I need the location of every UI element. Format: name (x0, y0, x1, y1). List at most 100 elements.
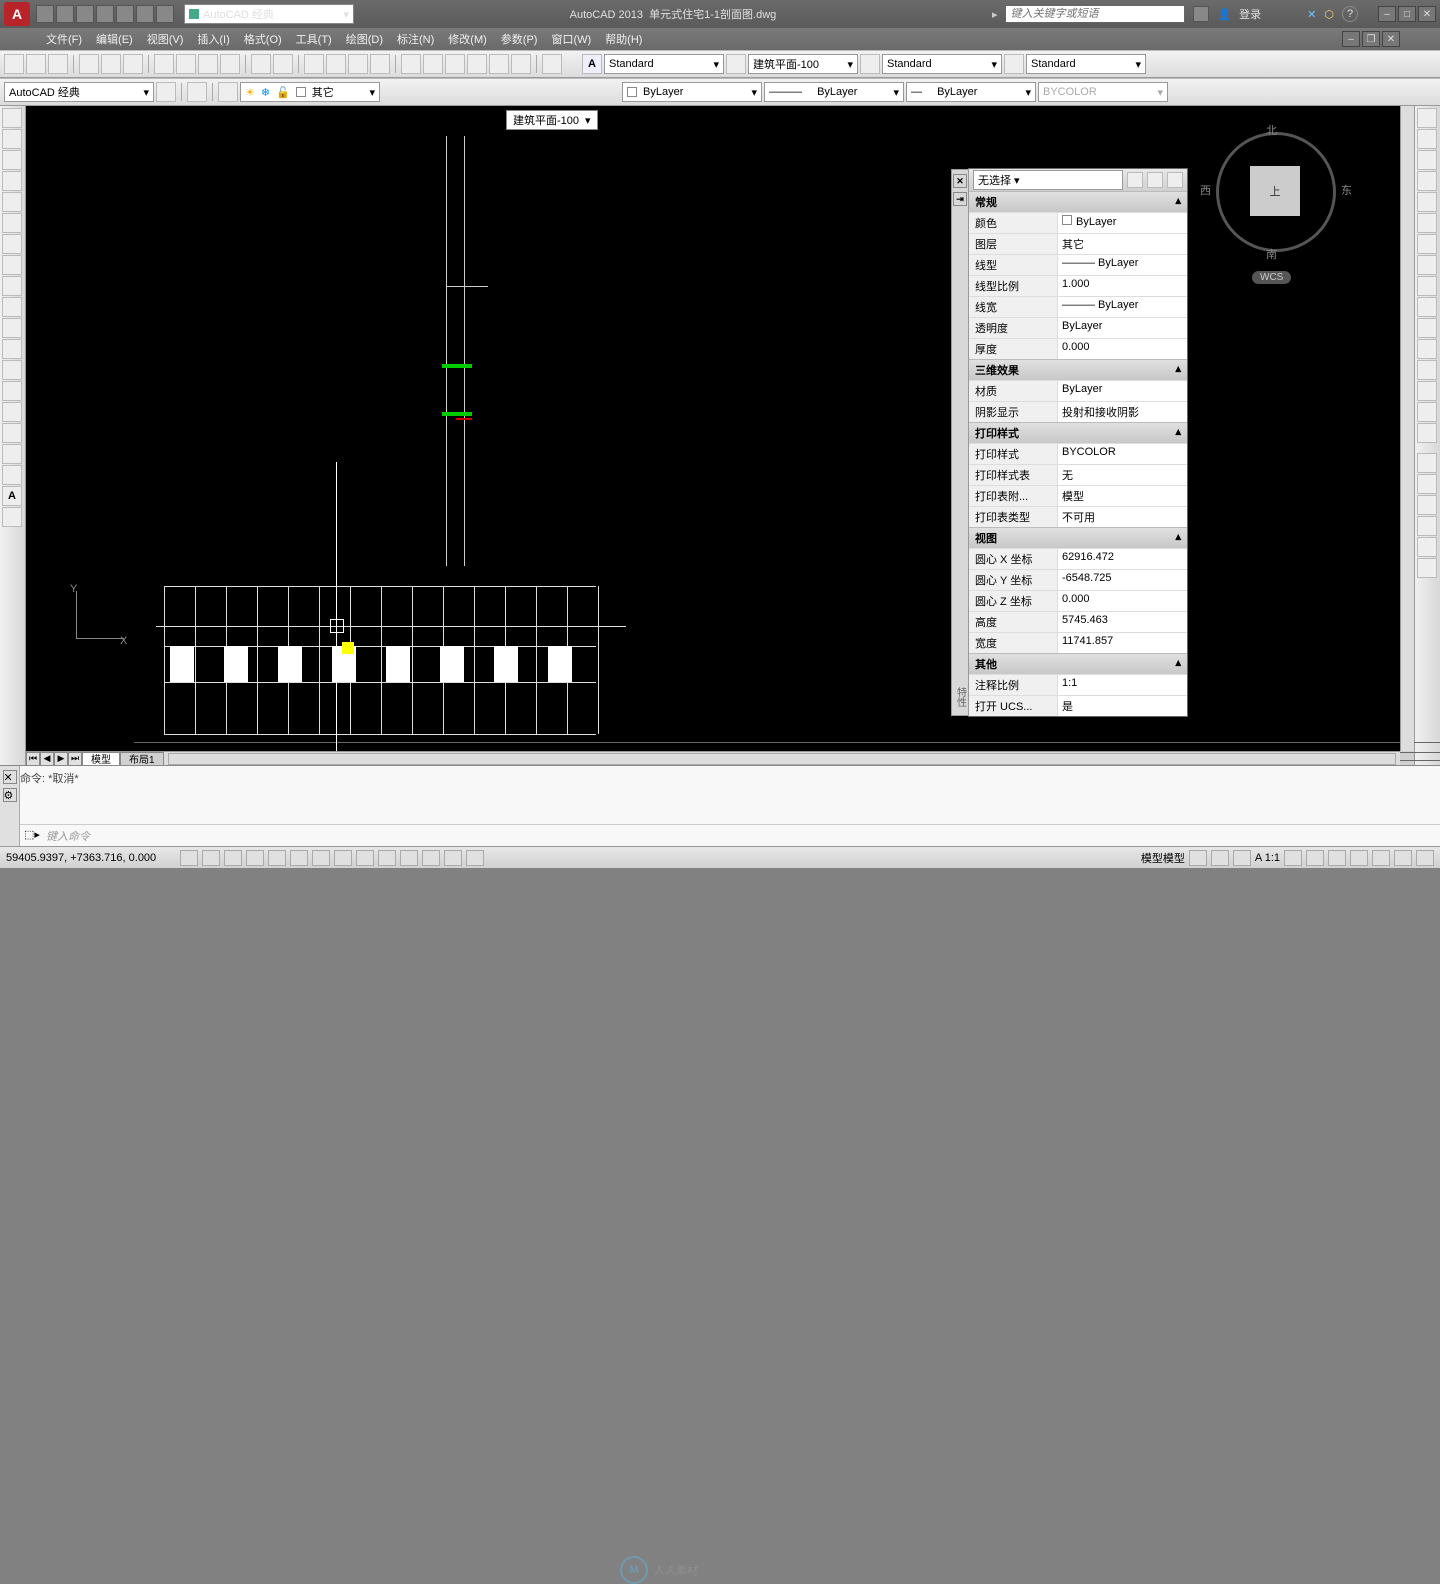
revcloud-button[interactable] (2, 255, 22, 275)
redo-button[interactable] (273, 54, 293, 74)
cat-plot[interactable]: 打印样式▴ (969, 422, 1187, 443)
cleanscreen-icon[interactable] (1416, 850, 1434, 866)
property-row[interactable]: 圆心 Y 坐标-6548.725 (969, 569, 1187, 590)
annoscale-icon[interactable] (1233, 850, 1251, 866)
drawing-canvas[interactable]: Y X 上 北 南 东 西 WCS (26, 106, 1400, 751)
copy-button[interactable] (1417, 129, 1437, 149)
paste-button[interactable] (198, 54, 218, 74)
property-row[interactable]: 透明度ByLayer (969, 317, 1187, 338)
menu-format[interactable]: 格式(O) (238, 29, 288, 49)
insert-button[interactable] (2, 339, 22, 359)
spline-button[interactable] (2, 276, 22, 296)
calculator-button[interactable] (511, 54, 531, 74)
open-icon[interactable] (56, 5, 74, 23)
signin-icon[interactable]: 👤 (1217, 8, 1231, 21)
stayconnected-icon[interactable]: ⬡ (1324, 8, 1334, 21)
quickselect-icon[interactable] (1167, 172, 1183, 188)
cat-misc[interactable]: 其他▴ (969, 653, 1187, 674)
menu-insert[interactable]: 插入(I) (191, 29, 235, 49)
layout1-tab[interactable]: 布局1 (120, 752, 164, 766)
signin-label[interactable]: 登录 (1239, 6, 1261, 22)
menu-help[interactable]: 帮助(H) (599, 29, 648, 49)
lineweight-dropdown[interactable]: — ByLayer▾ (906, 82, 1036, 102)
property-value[interactable]: 5745.463 (1057, 612, 1187, 632)
polygon-button[interactable] (2, 171, 22, 191)
distance-button[interactable] (1417, 453, 1437, 473)
viewcube[interactable]: 上 北 南 东 西 WCS (1206, 122, 1346, 262)
property-row[interactable]: 圆心 Z 坐标0.000 (969, 590, 1187, 611)
close-icon[interactable]: ✕ (1418, 6, 1436, 22)
menu-file[interactable]: 文件(F) (40, 29, 88, 49)
tab-next-icon[interactable]: ▶ (54, 752, 68, 766)
property-value[interactable]: -6548.725 (1057, 570, 1187, 590)
help-icon[interactable]: ? (1342, 6, 1358, 22)
property-value[interactable]: 0.000 (1057, 339, 1187, 359)
property-row[interactable]: 打印表附...模型 (969, 485, 1187, 506)
cat-general[interactable]: 常规▴ (969, 191, 1187, 212)
layer-dropdown[interactable]: ☀❄🔓 其它▾ (240, 82, 380, 102)
modelspace-label[interactable]: 模型模型 (1141, 850, 1185, 866)
new-button[interactable] (4, 54, 24, 74)
command-input[interactable]: 键入命令 (40, 828, 1436, 844)
cut-button[interactable] (154, 54, 174, 74)
property-row[interactable]: 厚度0.000 (969, 338, 1187, 359)
autoscale-icon[interactable] (1306, 850, 1324, 866)
ws-switch-icon[interactable] (1328, 850, 1346, 866)
minimize-icon[interactable]: – (1378, 6, 1396, 22)
move-button[interactable] (1417, 213, 1437, 233)
maximize-icon[interactable]: □ (1398, 6, 1416, 22)
property-row[interactable]: 阴影显示投射和接收阴影 (969, 401, 1187, 422)
arc-button[interactable] (2, 213, 22, 233)
textstyle-icon[interactable]: A (582, 54, 602, 74)
group-button[interactable] (1417, 558, 1437, 578)
pline-button[interactable] (2, 150, 22, 170)
cmd-options-icon[interactable]: ⚙ (3, 788, 17, 802)
tablestyle-icon[interactable] (860, 54, 880, 74)
chamfer-button[interactable] (1417, 381, 1437, 401)
property-value[interactable]: 1.000 (1057, 276, 1187, 296)
join-button[interactable] (1417, 360, 1437, 380)
plot-button[interactable] (79, 54, 99, 74)
property-value[interactable]: 62916.472 (1057, 549, 1187, 569)
tpy-toggle[interactable] (400, 850, 418, 866)
zoom-button[interactable] (326, 54, 346, 74)
zoomprev-button[interactable] (370, 54, 390, 74)
layerfilter-dropdown[interactable]: 建筑平面-100▾ (506, 110, 598, 130)
property-row[interactable]: 线宽——— ByLayer (969, 296, 1187, 317)
trim-button[interactable] (1417, 297, 1437, 317)
pan-button[interactable] (304, 54, 324, 74)
textstyle-dropdown[interactable]: Standard▾ (604, 54, 724, 74)
lwt-toggle[interactable] (378, 850, 396, 866)
property-value[interactable]: 不可用 (1057, 507, 1187, 527)
dyn-toggle[interactable] (356, 850, 374, 866)
property-value[interactable]: 是 (1057, 696, 1187, 716)
linetype-dropdown[interactable]: ——— ByLayer▾ (764, 82, 904, 102)
mleaderstyle-dropdown[interactable]: Standard▾ (1026, 54, 1146, 74)
qp-toggle[interactable] (422, 850, 440, 866)
gradient-button[interactable] (2, 423, 22, 443)
property-row[interactable]: 打印样式BYCOLOR (969, 443, 1187, 464)
property-value[interactable]: 模型 (1057, 486, 1187, 506)
sheetset-button[interactable] (467, 54, 487, 74)
pickadd-icon[interactable] (1127, 172, 1143, 188)
app-logo-icon[interactable]: A (4, 2, 30, 26)
undo-icon[interactable] (136, 5, 154, 23)
publish-button[interactable] (123, 54, 143, 74)
area-button[interactable] (1417, 474, 1437, 494)
coordinates-display[interactable]: 59405.9397, +7363.716, 0.000 (6, 852, 176, 864)
hatch-button[interactable] (2, 402, 22, 422)
vertical-scrollbar[interactable] (1400, 106, 1414, 751)
mirror-button[interactable] (1417, 150, 1437, 170)
dimstyle-dropdown[interactable]: 建筑平面-100▾ (748, 54, 858, 74)
quickview-drawings-icon[interactable] (1211, 850, 1229, 866)
circle-button[interactable] (2, 234, 22, 254)
quickview-layouts-icon[interactable] (1189, 850, 1207, 866)
isolate-icon[interactable] (1394, 850, 1412, 866)
help-search-input[interactable] (1005, 5, 1185, 23)
property-row[interactable]: 图层其它 (969, 233, 1187, 254)
new-icon[interactable] (36, 5, 54, 23)
menu-draw[interactable]: 绘图(D) (340, 29, 389, 49)
property-value[interactable]: ByLayer (1057, 213, 1187, 233)
ducs-toggle[interactable] (334, 850, 352, 866)
extend-button[interactable] (1417, 318, 1437, 338)
